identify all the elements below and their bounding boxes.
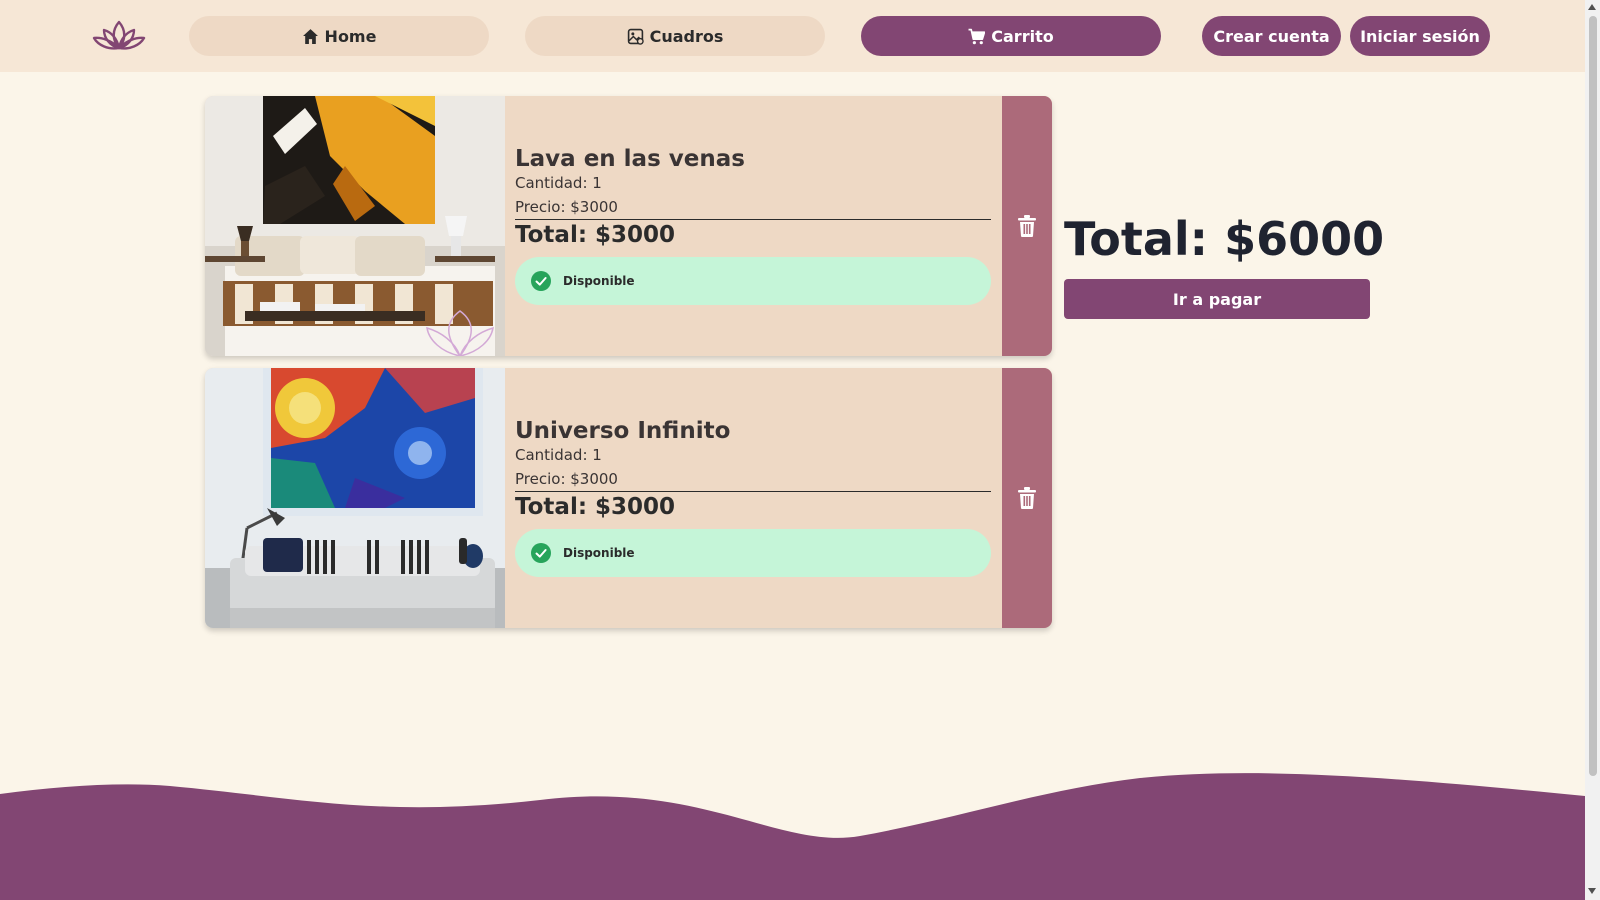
nav-carrito[interactable]: Carrito bbox=[861, 16, 1161, 56]
item-title: Lava en las venas bbox=[515, 146, 745, 172]
create-account-button[interactable]: Crear cuenta bbox=[1202, 16, 1341, 56]
artwork-image-universo[interactable] bbox=[205, 368, 505, 628]
item-quantity: Cantidad: 1 bbox=[515, 446, 602, 464]
delete-item-button[interactable] bbox=[1002, 96, 1052, 356]
nav-cuadros[interactable]: Cuadros bbox=[525, 16, 825, 56]
scroll-up-arrow[interactable] bbox=[1588, 4, 1596, 10]
item-quantity: Cantidad: 1 bbox=[515, 174, 602, 192]
divider bbox=[515, 491, 991, 492]
artwork-image-lava[interactable] bbox=[205, 96, 505, 356]
cart-item: Lava en las venas Cantidad: 1 Precio: $3… bbox=[205, 96, 1052, 356]
status-label: Disponible bbox=[563, 546, 635, 560]
check-circle-icon bbox=[531, 543, 551, 563]
vertical-scrollbar[interactable] bbox=[1585, 0, 1600, 900]
check-circle-icon bbox=[531, 271, 551, 291]
item-price: Precio: $3000 bbox=[515, 198, 618, 216]
footer-wave bbox=[0, 773, 1585, 900]
site-header: Home Cuadros Carrito Crear cuenta Inicia… bbox=[0, 0, 1585, 72]
item-info: Lava en las venas Cantidad: 1 Precio: $3… bbox=[515, 96, 991, 356]
item-price: Precio: $3000 bbox=[515, 470, 618, 488]
scroll-down-arrow[interactable] bbox=[1588, 888, 1596, 894]
divider bbox=[515, 219, 991, 220]
status-badge: Disponible bbox=[515, 257, 991, 305]
trash-icon bbox=[1018, 487, 1036, 509]
nav-carrito-label: Carrito bbox=[991, 26, 1054, 46]
picture-icon bbox=[627, 28, 644, 45]
cart-icon bbox=[968, 28, 986, 44]
checkout-button[interactable]: Ir a pagar bbox=[1064, 279, 1370, 319]
scrollbar-thumb[interactable] bbox=[1589, 16, 1597, 776]
item-total: Total: $3000 bbox=[515, 222, 676, 248]
login-button[interactable]: Iniciar sesión bbox=[1350, 16, 1490, 56]
lotus-icon[interactable] bbox=[92, 18, 146, 54]
status-label: Disponible bbox=[563, 274, 635, 288]
item-info: Universo Infinito Cantidad: 1 Precio: $3… bbox=[515, 368, 991, 628]
cart-grand-total: Total: $6000 bbox=[1064, 212, 1385, 266]
item-title: Universo Infinito bbox=[515, 418, 731, 444]
cart-item: Universo Infinito Cantidad: 1 Precio: $3… bbox=[205, 368, 1052, 628]
nav-cuadros-label: Cuadros bbox=[649, 26, 724, 46]
trash-icon bbox=[1018, 215, 1036, 237]
item-total: Total: $3000 bbox=[515, 494, 676, 520]
home-icon bbox=[302, 28, 318, 44]
nav-home-label: Home bbox=[324, 26, 377, 46]
status-badge: Disponible bbox=[515, 529, 991, 577]
delete-item-button[interactable] bbox=[1002, 368, 1052, 628]
nav-home[interactable]: Home bbox=[189, 16, 489, 56]
